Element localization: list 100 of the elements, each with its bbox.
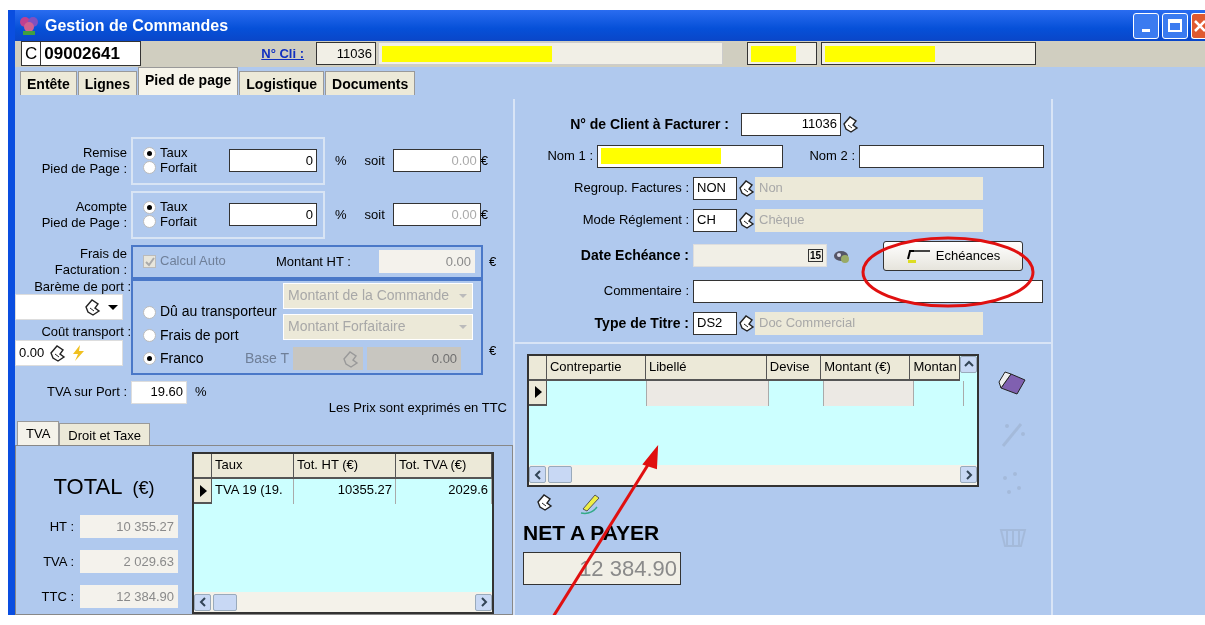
radio-button[interactable] [143,161,156,175]
hand-icon[interactable] [83,298,101,317]
maximize-icon [1167,17,1183,34]
name-label: Nom 1 : [546,148,593,164]
currency-label: € [480,205,489,224]
chevron-icon [478,597,489,607]
maximize-button[interactable] [1162,12,1188,39]
amount-ht-label: Montant HT : [276,252,351,271]
chevron-icon [532,469,543,480]
column-header: Tot. TVA (€) [396,454,492,479]
code-field[interactable]: DS2 [693,311,737,335]
soit-label: soit [364,205,385,224]
scroll-thumb[interactable] [213,593,237,611]
scroll-left-button[interactable] [194,593,211,611]
pencil-icon[interactable] [579,492,601,515]
code-field[interactable]: CH [693,208,737,232]
tab[interactable]: Droit et Taxe [59,423,151,445]
shipping-scale-dropdown[interactable] [15,294,123,321]
tab[interactable]: TVA [17,421,60,445]
tab[interactable]: Logistique [239,70,325,95]
name-field[interactable] [597,144,783,168]
radio-button[interactable] [143,215,156,229]
scroll-right-button[interactable] [475,593,492,611]
currency-label: € [489,342,497,360]
calendar-button[interactable]: 15 [807,249,823,262]
billing-client-label: N° de Client à Facturer : [569,115,729,133]
currency-label: € [489,252,497,271]
radio-button[interactable] [143,146,156,160]
checkbox-label: Calcul Auto [160,254,227,269]
scroll-up-button[interactable] [960,355,977,373]
total-field: 10 355.27 [80,515,178,538]
radio-label: Taux [160,200,188,215]
radio-button[interactable] [143,352,156,366]
vat-shipping-field[interactable]: 19.60 [131,380,187,404]
scroll-left-button[interactable] [529,466,546,483]
chevron-icon [197,597,208,607]
column-header: Tot. HT (€) [294,454,396,479]
radio-label: Forfait [160,160,197,175]
rate-field[interactable]: 0 [229,149,317,172]
shipping-cost-field[interactable]: 0.00 [15,339,123,366]
total-title: TOTAL [53,473,123,501]
unit-label: % [335,205,347,224]
radio-button[interactable] [143,200,156,214]
client-link[interactable]: N° Cli : [261,44,305,64]
tab[interactable]: Lignes [77,70,137,95]
tab[interactable]: Entête [20,70,77,95]
shipping-cost-label: Coût transport : [40,324,131,340]
dropdown-value: Montant Forfaitaire [288,317,406,337]
title-type-label: Type de Titre : [593,314,689,332]
hand-icon[interactable] [48,343,67,362]
code-field[interactable]: NON [693,176,737,200]
comment-field[interactable] [693,279,1043,303]
radio-label: Taux [160,146,188,161]
scroll-thumb[interactable] [548,466,572,483]
comment-label: Commentaire : [602,283,689,299]
flower-icon [19,15,39,36]
hand-icon[interactable] [737,211,755,229]
minimize-icon [1142,29,1150,33]
hand-icon[interactable] [535,492,553,511]
radio-button[interactable] [143,328,156,342]
discount-label: Remise Pied de Page : [40,144,127,177]
total-label: TVA : [42,553,74,570]
table-cell: 10355.27 [294,479,396,504]
hand-icon[interactable] [841,115,859,133]
scroll-right-button[interactable] [960,466,977,483]
tab[interactable]: Documents [325,70,416,95]
tab[interactable]: Pied de page [137,66,239,95]
column-header: Contrepartie [546,355,646,381]
rate-field[interactable]: 0 [229,203,317,226]
caret-icon [107,302,119,313]
billing-fee-label: Frais de Facturation : [53,245,127,278]
due-date-field[interactable]: 15 [693,244,827,267]
minimize-button[interactable] [1133,12,1159,39]
client-number-field: 11036 [316,42,377,66]
close-button[interactable] [1191,12,1205,39]
description-field: Non [755,176,983,200]
total-field: 2 029.63 [80,550,178,573]
schedule-button[interactable]: Echéances [883,240,1023,271]
radio-label: Franco [160,351,204,367]
radio-label: Dû au transporteur [160,304,277,320]
soit-label: soit [364,151,385,170]
close-icon [1192,17,1205,34]
unit-label: % [195,383,207,402]
field-value: 0.00 [19,343,45,362]
amount-field: 0.00 [392,203,481,226]
deposit-label: Acompte Pied de Page : [40,198,127,231]
billing-client-field[interactable]: 11036 [741,112,841,136]
price-note: Les Prix sont exprimés en TTC [327,398,508,417]
radio-button[interactable] [143,305,156,319]
column-header: Montant (€) [821,355,911,381]
total-label: HT : [48,518,74,535]
hand-icon[interactable] [737,314,755,332]
total-unit: (€) [132,477,155,500]
name-field[interactable] [859,144,1044,168]
due-date-label: Date Echéance : [579,247,689,264]
window-title: Gestion de Commandes [45,15,229,36]
radio-label: Frais de port [160,327,239,344]
dropdown-value: Montant de la Commande [288,286,450,305]
hand-icon[interactable] [737,179,755,197]
amount-ht-field: 0.00 [379,250,475,273]
